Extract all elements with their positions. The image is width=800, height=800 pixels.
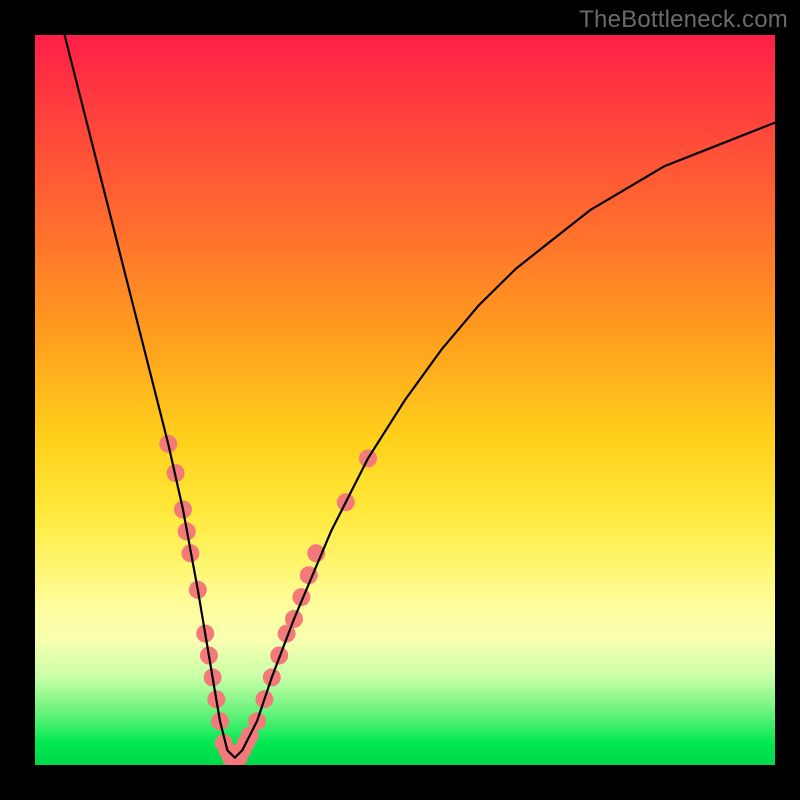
plot-area	[35, 35, 775, 765]
watermark-text: TheBottleneck.com	[579, 6, 788, 34]
chart-svg	[35, 35, 775, 765]
scatter-markers	[159, 435, 377, 765]
chart-frame: TheBottleneck.com	[0, 0, 800, 800]
bottleneck-curve	[65, 35, 775, 758]
